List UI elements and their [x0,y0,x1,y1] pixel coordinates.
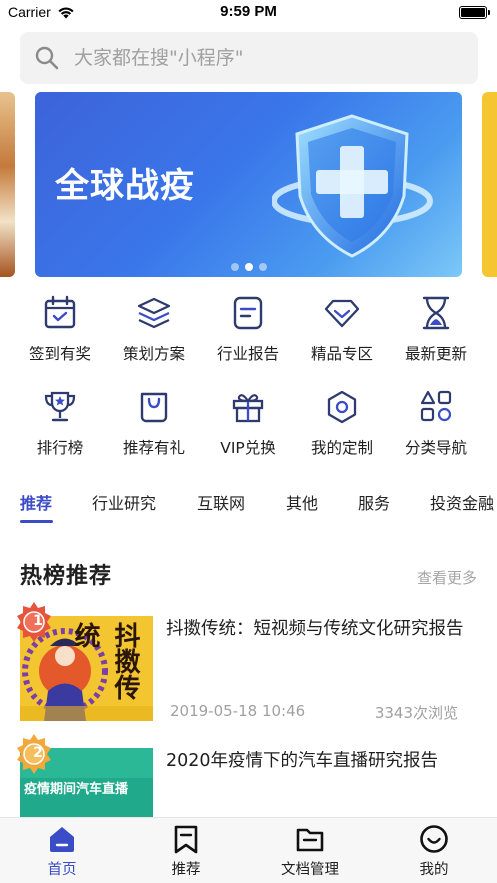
hexagon-icon [327,390,357,424]
article-date: 2019-05-18 10:46 [170,702,306,720]
home-icon [50,827,74,852]
shield-icon [272,114,433,258]
grid-label: 排行榜 [36,439,84,457]
grid-label: 策划方案 [122,345,185,363]
feature-grid: 签到有奖 策划方案 行业报告 精品专区 最新更新 排行榜 推荐有礼 VIP兑换 … [13,294,483,462]
tab-recommend[interactable]: 推荐 [20,490,52,514]
tab-industry-research[interactable]: 行业研究 [92,490,156,514]
layers-icon [137,297,171,329]
grid-item-industry-report[interactable]: 行业报告 [201,294,295,368]
nav-label: 文档管理 [281,862,339,878]
nav-home[interactable]: 首页 [12,824,112,879]
tab-services[interactable]: 服务 [358,490,390,514]
gift-icon [232,394,264,423]
folder-icon [296,828,324,852]
nav-label: 我的 [419,862,449,878]
hourglass-icon [422,296,450,330]
carousel-dot[interactable] [230,263,239,271]
grid-item-premium[interactable]: 精品专区 [295,294,389,368]
carousel-dot-active[interactable] [244,263,253,271]
banner-carousel[interactable]: 全球战疫 [35,92,462,277]
grid-label: 行业报告 [216,345,279,363]
article-views: 3343次浏览 [374,704,458,722]
article-item[interactable]: 疫情期间汽车直播 2 2020年疫情下的汽车直播研究报告 [17,734,478,818]
banner-previous-peek[interactable] [0,92,15,277]
nav-recommend[interactable]: 推荐 [136,824,236,879]
nav-label: 首页 [47,862,77,878]
trophy-icon [44,391,76,422]
grid-label: 最新更新 [404,345,467,363]
active-tab-indicator [20,520,53,523]
banner-title: 全球战疫 [55,166,195,206]
grid-item-vip-exchange[interactable]: VIP兑换 [201,388,295,462]
grid-label: VIP兑换 [220,439,276,457]
rank-number: 2 [33,745,43,761]
search-input[interactable] [74,47,434,69]
grid-item-referral[interactable]: 推荐有礼 [107,388,201,462]
document-icon [233,296,263,330]
grid-item-checkin[interactable]: 签到有奖 [13,294,107,368]
search-bar[interactable] [20,32,478,84]
bookmark-icon [174,825,198,854]
search-icon [35,46,59,70]
grid-label: 我的定制 [310,439,373,457]
view-more-link[interactable]: 查看更多 [417,567,477,588]
tab-other[interactable]: 其他 [286,490,318,514]
grid-item-category-nav[interactable]: 分类导航 [389,388,483,462]
grid-label: 分类导航 [404,439,467,457]
banner-next-peek[interactable] [482,92,497,277]
rank-number: 1 [33,613,43,629]
nav-profile[interactable]: 我的 [384,824,484,879]
thumbnail-caption: 抖擞传统 [70,622,140,700]
grid-item-plans[interactable]: 策划方案 [107,294,201,368]
bottom-tab-bar: 首页 推荐 文档管理 我的 [0,817,497,883]
nav-label: 推荐 [171,862,201,878]
grid-item-latest[interactable]: 最新更新 [389,294,483,368]
tab-internet[interactable]: 互联网 [197,490,245,514]
tab-investment-finance[interactable]: 投资金融 [430,490,494,514]
grid-item-customize[interactable]: 我的定制 [295,388,389,462]
diamond-icon [324,299,360,328]
status-time: 9:59 PM [220,3,277,20]
carousel-dot[interactable] [258,263,267,271]
thumbnail-caption: 疫情期间汽车直播 [24,782,129,797]
calendar-check-icon [44,295,76,329]
smiley-icon [420,825,448,853]
status-bar: Carrier 9:59 PM [0,0,497,26]
grid-label: 推荐有礼 [122,439,185,457]
shopping-bag-icon [140,392,168,423]
grid-item-ranking[interactable]: 排行榜 [13,388,107,462]
grid-label: 签到有奖 [28,345,91,363]
article-title: 抖擞传统：短视频与传统文化研究报告 [166,619,464,639]
nav-document-management[interactable]: 文档管理 [260,824,360,879]
category-tabs: 推荐 行业研究 互联网 其他 服务 投资金融 [0,486,497,526]
article-item[interactable]: 抖擞传统 1 抖擞传统：短视频与传统文化研究报告 2019-05-18 10:4… [17,602,478,726]
carousel-dots [35,263,462,271]
battery-icon [459,6,490,19]
section-title: 热榜推荐 [20,564,113,589]
article-title: 2020年疫情下的汽车直播研究报告 [166,751,439,771]
grid-label: 精品专区 [310,345,373,363]
category-shapes-icon [420,390,452,422]
